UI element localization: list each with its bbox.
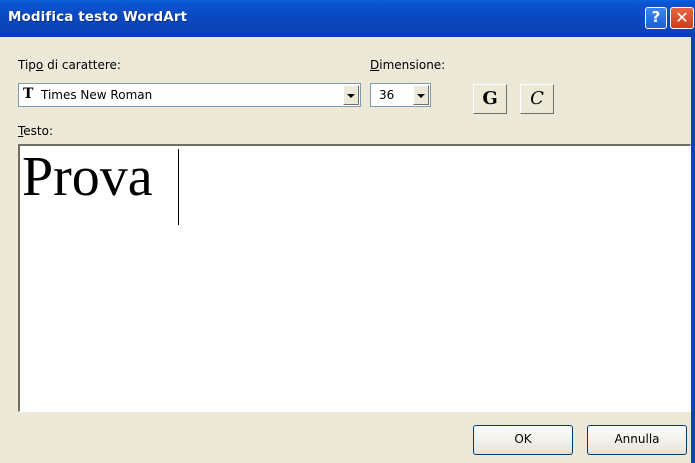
font-select-value: Times New Roman xyxy=(41,88,153,102)
help-button[interactable]: ? xyxy=(645,7,667,29)
size-label: Dimensione: xyxy=(370,58,446,72)
ok-button[interactable]: OK xyxy=(473,425,573,455)
size-select[interactable]: 36 xyxy=(370,83,431,107)
text-input[interactable]: Prova xyxy=(18,144,691,412)
window-frame xyxy=(691,37,695,463)
text-label: Testo: xyxy=(18,124,54,138)
window-title: Modifica testo WordArt xyxy=(8,9,188,25)
help-icon: ? xyxy=(651,8,661,26)
font-label: Tipo di carattere: xyxy=(18,58,121,72)
bold-button[interactable]: G xyxy=(473,84,507,114)
cancel-button[interactable]: Annulla xyxy=(587,425,687,455)
text-input-value: Prova xyxy=(22,146,153,208)
close-button[interactable]: ✕ xyxy=(670,7,694,29)
text-caret xyxy=(178,149,179,225)
truetype-icon: T xyxy=(23,86,34,102)
title-bar[interactable]: Modifica testo WordArt ? ✕ xyxy=(0,0,695,37)
font-select[interactable]: T Times New Roman xyxy=(18,83,361,107)
chevron-down-icon[interactable] xyxy=(413,85,429,105)
italic-button[interactable]: C xyxy=(520,84,554,114)
close-icon: ✕ xyxy=(675,8,689,27)
size-select-value: 36 xyxy=(379,88,395,102)
chevron-down-icon[interactable] xyxy=(343,85,359,105)
